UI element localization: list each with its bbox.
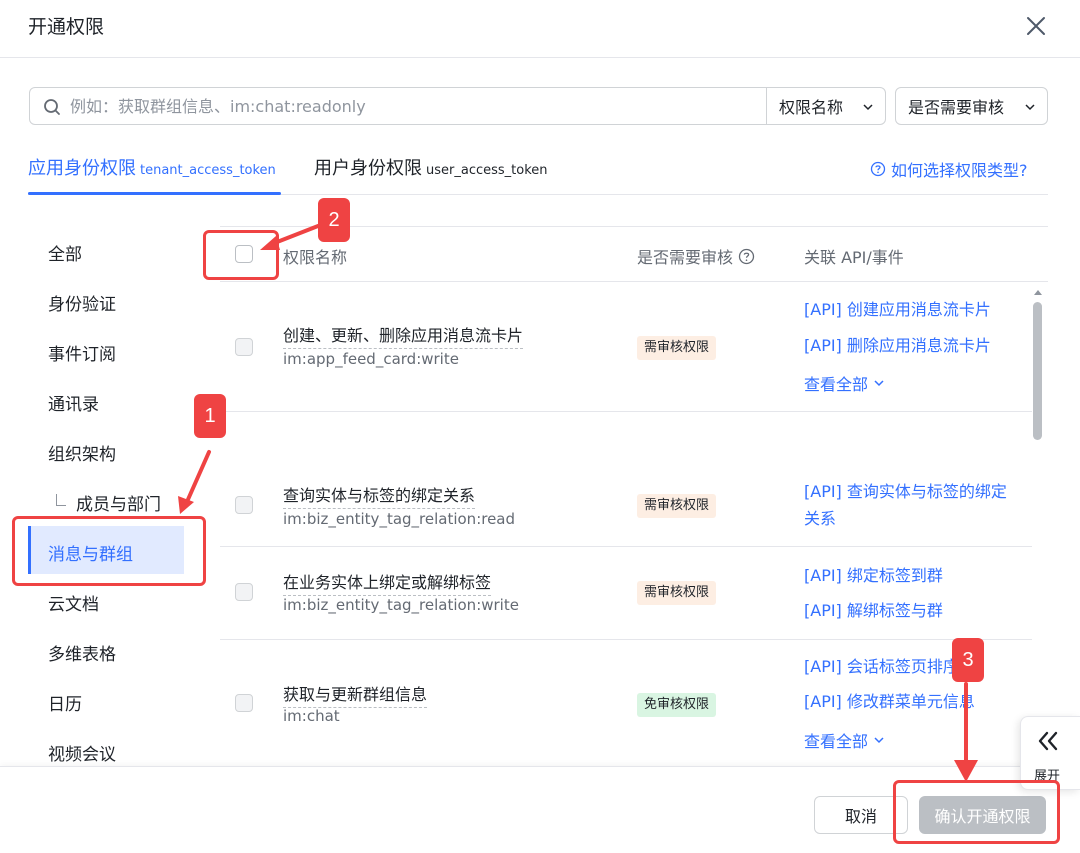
view-all-link[interactable]: 查看全部 — [804, 371, 886, 395]
row-checkbox[interactable] — [235, 583, 253, 601]
permission-name: 获取与更新群组信息 — [283, 681, 428, 708]
tab-user-identity[interactable]: 用户身份权限 user_access_token — [314, 154, 548, 180]
close-button[interactable] — [1018, 8, 1054, 44]
chevron-down-icon — [1025, 104, 1035, 111]
close-icon — [1027, 17, 1045, 35]
sidebar-item-org[interactable]: 组织架构 — [48, 440, 116, 465]
header-audit-label: 是否需要审核 — [637, 248, 734, 267]
chevron-down-icon — [863, 104, 873, 111]
row-divider — [220, 546, 1032, 547]
permission-scope: im:app_feed_card:write — [283, 350, 459, 368]
header-audit: 是否需要审核 — [637, 244, 755, 268]
double-chevron-left-icon — [1038, 731, 1058, 751]
permission-name-filter[interactable]: 权限名称 — [766, 87, 886, 125]
audit-badge: 需审核权限 — [637, 336, 717, 360]
annotation-box-confirm — [893, 780, 1060, 844]
dialog-title: 开通权限 — [28, 16, 105, 38]
expand-panel-button[interactable]: 展开 — [1020, 716, 1080, 790]
audit-badge: 需审核权限 — [637, 494, 717, 518]
row-divider — [220, 639, 1032, 640]
chevron-down-icon — [874, 380, 884, 387]
annotation-badge-3: 3 — [952, 638, 984, 682]
sidebar-item-bitable[interactable]: 多维表格 — [48, 640, 116, 665]
sidebar-item-calendar[interactable]: 日历 — [48, 690, 82, 715]
annotation-badge-1: 1 — [194, 394, 226, 438]
sidebar-item-video-meeting[interactable]: 视频会议 — [48, 740, 116, 765]
sidebar-item-auth[interactable]: 身份验证 — [48, 290, 116, 315]
tab-app-identity-label: 应用身份权限 — [28, 158, 136, 179]
view-all-link[interactable]: 查看全部 — [804, 728, 886, 752]
row-checkbox[interactable] — [235, 694, 253, 712]
chevron-down-icon — [874, 737, 884, 744]
api-link[interactable]: [API] 绑定标签到群 — [804, 562, 943, 589]
audit-badge: 免审核权限 — [637, 693, 717, 717]
tree-branch-icon — [56, 493, 66, 506]
annotation-badge-2: 2 — [318, 198, 350, 242]
help-link-label: 如何选择权限类型? — [891, 161, 1028, 180]
header-related-api: 关联 API/事件 — [804, 248, 904, 267]
api-link[interactable]: [API] 修改群菜单元信息 — [804, 688, 975, 715]
help-link[interactable]: 如何选择权限类型? — [870, 157, 1028, 181]
tab-app-identity-token: tenant_access_token — [140, 163, 276, 178]
search-box — [29, 87, 767, 125]
permissions-table: 权限名称 是否需要审核 关联 API/事件 创建、更新、删除应用消息流卡片 im… — [204, 226, 1048, 766]
sidebar-item-docs[interactable]: 云文档 — [48, 590, 99, 615]
permission-scope: im:biz_entity_tag_relation:read — [283, 510, 516, 528]
api-link[interactable]: [API] 会话标签页排序 — [804, 653, 959, 680]
row-checkbox[interactable] — [235, 496, 253, 514]
scroll-up-arrow-icon[interactable] — [1033, 288, 1043, 296]
active-tab-indicator — [28, 192, 281, 195]
tab-user-identity-token: user_access_token — [426, 163, 548, 178]
header-permission-name: 权限名称 — [283, 248, 348, 267]
sidebar-item-members[interactable]: 成员与部门 — [56, 490, 161, 515]
audit-badge: 需审核权限 — [637, 581, 717, 605]
permission-name: 创建、更新、删除应用消息流卡片 — [283, 322, 524, 349]
tab-user-identity-label: 用户身份权限 — [314, 158, 422, 179]
permission-scope: im:chat — [283, 707, 340, 725]
api-link[interactable]: [API] 创建应用消息流卡片 — [804, 296, 991, 323]
scrollbar-thumb[interactable] — [1033, 302, 1042, 440]
api-link[interactable]: [API] 解绑标签与群 — [804, 597, 943, 624]
permission-scope: im:biz_entity_tag_relation:write — [283, 596, 519, 614]
row-checkbox[interactable] — [235, 338, 253, 356]
permission-name-filter-label: 权限名称 — [779, 98, 844, 117]
sidebar-item-members-label: 成员与部门 — [76, 495, 161, 515]
search-input[interactable] — [70, 89, 760, 123]
permission-name: 在业务实体上绑定或解绑标签 — [283, 569, 492, 596]
permission-name: 查询实体与标签的绑定关系 — [283, 482, 476, 509]
api-link[interactable]: [API] 查询实体与标签的绑定关系 — [804, 478, 1014, 532]
sidebar-item-contacts[interactable]: 通讯录 — [48, 390, 99, 415]
annotation-box-select-all — [203, 230, 279, 280]
view-all-label: 查看全部 — [804, 375, 869, 394]
view-all-label: 查看全部 — [804, 732, 869, 751]
tab-app-identity[interactable]: 应用身份权限 tenant_access_token — [28, 154, 276, 180]
help-icon — [870, 161, 886, 177]
help-icon[interactable] — [738, 248, 755, 265]
api-link[interactable]: [API] 删除应用消息流卡片 — [804, 332, 991, 359]
sidebar-item-events[interactable]: 事件订阅 — [48, 340, 116, 365]
annotation-box-sidebar — [12, 516, 206, 586]
search-icon — [44, 99, 60, 115]
row-divider — [220, 411, 1032, 412]
dialog-header: 开通权限 — [0, 0, 1080, 58]
audit-required-filter-label: 是否需要审核 — [908, 98, 1005, 117]
sidebar-item-all[interactable]: 全部 — [48, 240, 82, 265]
audit-required-filter[interactable]: 是否需要审核 — [895, 87, 1048, 125]
